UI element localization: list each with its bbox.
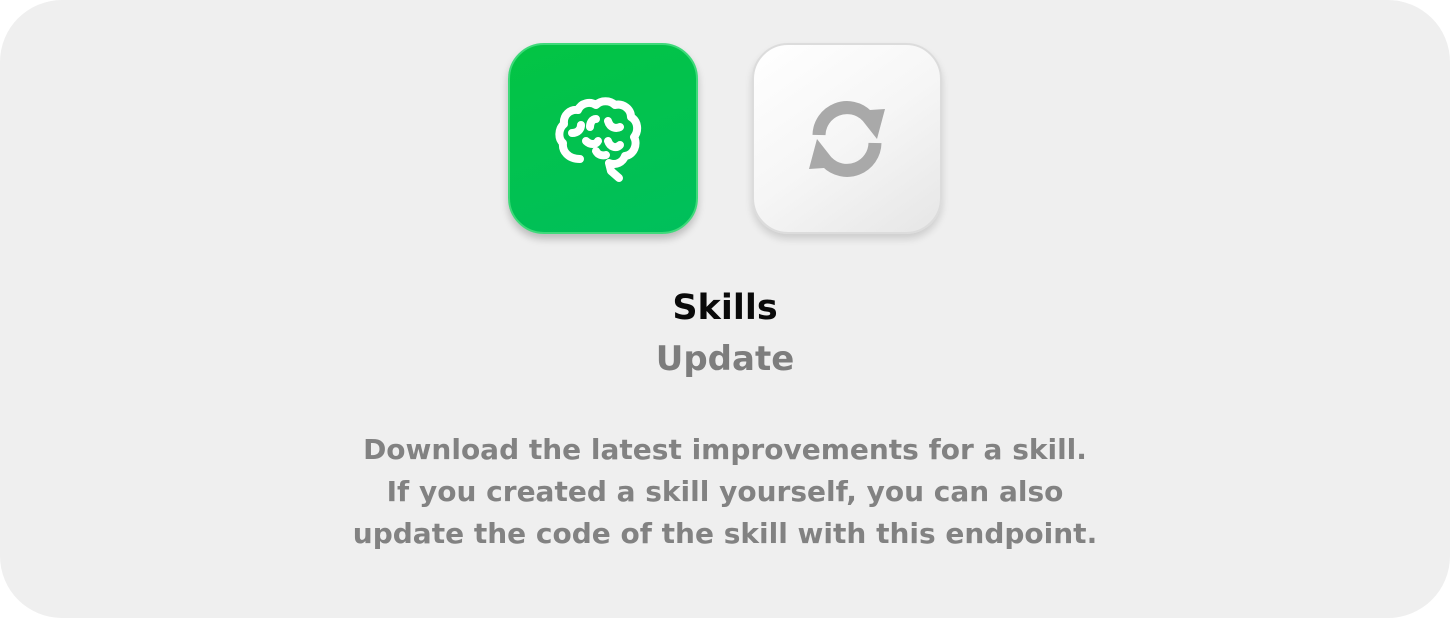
description-line: Download the latest improvements for a s… [363,433,1087,466]
endpoint-card: Skills Update Download the latest improv… [0,0,1450,618]
skills-app-tile [508,43,698,234]
update-action-tile [752,43,942,234]
description-line: update the code of the skill with this e… [352,517,1098,550]
description-line: If you created a skill yourself, you can… [386,475,1064,508]
card-subtitle: Update [655,339,795,379]
card-title: Skills [672,288,778,328]
card-description: Download the latest improvements for a s… [0,429,1450,555]
brain-icon [555,96,642,182]
refresh-icon [809,100,885,177]
